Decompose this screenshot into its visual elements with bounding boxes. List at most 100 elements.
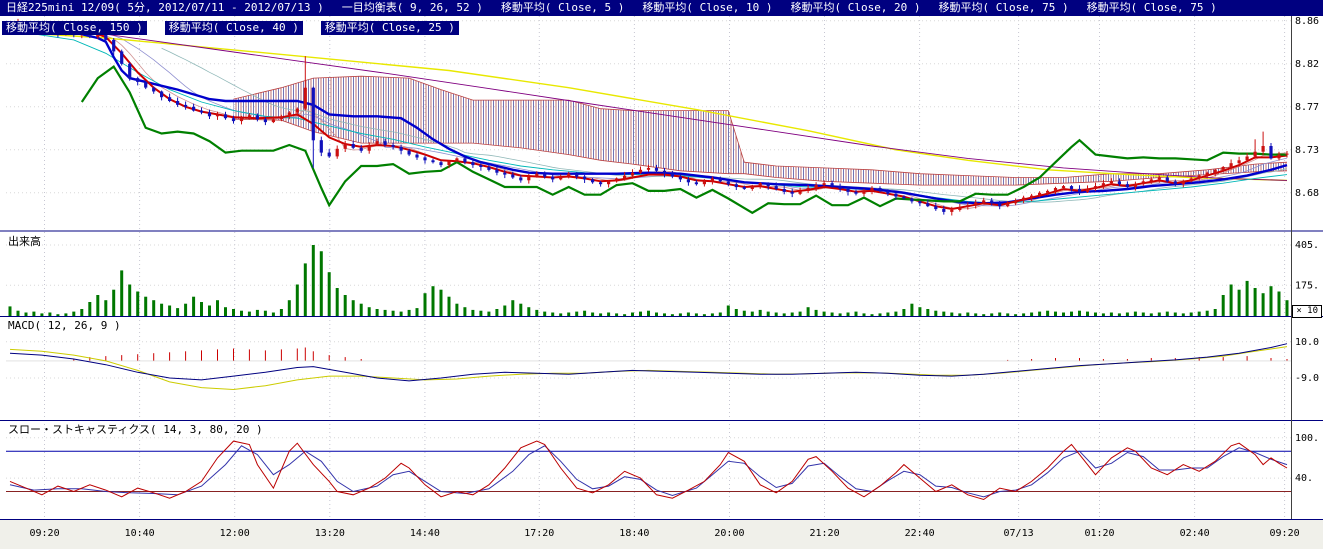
candle xyxy=(312,88,315,141)
candle xyxy=(1174,181,1177,184)
axis-tick-label: 12:00 xyxy=(220,528,250,539)
axis-tick-label: 405. xyxy=(1295,240,1319,251)
candle xyxy=(942,209,945,212)
candle xyxy=(471,162,474,165)
candle xyxy=(1230,163,1233,167)
candle xyxy=(966,205,969,207)
candle xyxy=(423,157,426,160)
candle xyxy=(176,101,179,105)
macd-line xyxy=(10,344,1287,381)
candle xyxy=(1214,170,1217,173)
candle xyxy=(639,170,642,173)
candle xyxy=(831,183,834,186)
legend-item: 移動平均( Close, 25 ) xyxy=(321,21,459,35)
macd-panel-label: MACD( 12, 26, 9 ) xyxy=(8,319,121,332)
axis-tick-label: 18:40 xyxy=(619,528,649,539)
candle xyxy=(120,51,123,63)
candle xyxy=(1285,154,1288,155)
candle xyxy=(543,174,546,177)
candle xyxy=(878,188,881,191)
axis-tick-label: 17:20 xyxy=(524,528,554,539)
legend-item: 移動平均( Close, 75 ) xyxy=(1087,1,1217,14)
candle xyxy=(551,177,554,180)
candle xyxy=(815,185,818,188)
candle xyxy=(1062,186,1065,188)
candle xyxy=(607,181,610,184)
candle xyxy=(296,109,299,113)
candle xyxy=(687,179,690,182)
candle xyxy=(320,140,323,152)
candle xyxy=(958,207,961,210)
candle xyxy=(559,177,562,180)
candle xyxy=(192,107,195,111)
candle xyxy=(759,183,762,186)
legend-item: 日経225mini 12/09( 5分, 2012/07/11 - 2012/0… xyxy=(6,1,324,14)
candle xyxy=(280,116,283,119)
candle xyxy=(886,191,889,194)
candle xyxy=(1118,181,1121,184)
legend-item: 移動平均( Close, 5 ) xyxy=(501,1,624,14)
candle xyxy=(400,147,403,151)
chart-canvas[interactable]: 8.868.828.778.738.68405.175.10.0-9.0100.… xyxy=(0,0,1323,549)
candle xyxy=(591,179,594,182)
candle xyxy=(415,155,418,158)
legend-item: 移動平均( Close, 75 ) xyxy=(939,1,1069,14)
candle xyxy=(439,162,442,165)
candle xyxy=(751,186,754,189)
candle xyxy=(1030,196,1033,198)
legend-item: 移動平均( Close, 10 ) xyxy=(642,1,772,14)
candle xyxy=(719,178,722,181)
candle xyxy=(1054,188,1057,191)
candle xyxy=(384,141,387,145)
axis-tick-label: 21:20 xyxy=(809,528,839,539)
candle xyxy=(1206,173,1209,176)
candle xyxy=(1006,203,1009,206)
candle xyxy=(1150,179,1153,181)
candle xyxy=(200,111,203,113)
candle xyxy=(1198,176,1201,179)
candle xyxy=(926,203,929,206)
candle xyxy=(990,200,993,203)
candle xyxy=(1022,198,1025,201)
legend-item: 一目均衡表( 9, 26, 52 ) xyxy=(342,1,483,14)
candle xyxy=(208,113,211,117)
candle xyxy=(910,199,913,202)
candle xyxy=(248,115,251,118)
candle xyxy=(479,165,482,167)
axis-tick-label: 20:00 xyxy=(714,528,744,539)
chart-header-row2: 移動平均( Close, 150 )移動平均( Close, 40 )移動平均(… xyxy=(2,16,477,30)
candle xyxy=(463,158,466,162)
candle xyxy=(184,105,187,107)
axis-tick-label: -9.0 xyxy=(1295,373,1319,384)
candle xyxy=(647,168,650,170)
candle xyxy=(288,113,291,117)
axis-tick-label: 10.0 xyxy=(1295,337,1319,348)
candle xyxy=(1070,186,1073,189)
candle xyxy=(575,174,578,177)
candle xyxy=(152,88,155,92)
axis-tick-label: 22:40 xyxy=(905,528,935,539)
candle xyxy=(783,189,786,192)
candle xyxy=(1190,178,1193,181)
candle xyxy=(679,177,682,180)
stoch-line xyxy=(10,446,1287,497)
axis-tick-label: 01:20 xyxy=(1084,528,1114,539)
candle xyxy=(328,153,331,157)
axis-tick-label: 14:40 xyxy=(410,528,440,539)
candle xyxy=(1014,200,1017,203)
axis-tick-label: 100. xyxy=(1295,433,1319,444)
candle xyxy=(1078,189,1081,192)
candle xyxy=(1110,181,1113,183)
axis-tick-label: 8.82 xyxy=(1295,59,1319,70)
candle xyxy=(799,191,802,194)
candle xyxy=(455,158,458,161)
axis-tick-label: 8.86 xyxy=(1295,16,1319,27)
candle xyxy=(352,144,355,148)
candle xyxy=(894,194,897,197)
candle xyxy=(503,173,506,175)
candle xyxy=(950,210,953,212)
candle xyxy=(1134,184,1137,187)
candle xyxy=(216,114,219,116)
candle xyxy=(711,178,714,181)
ichimoku-cloud xyxy=(234,76,1288,185)
